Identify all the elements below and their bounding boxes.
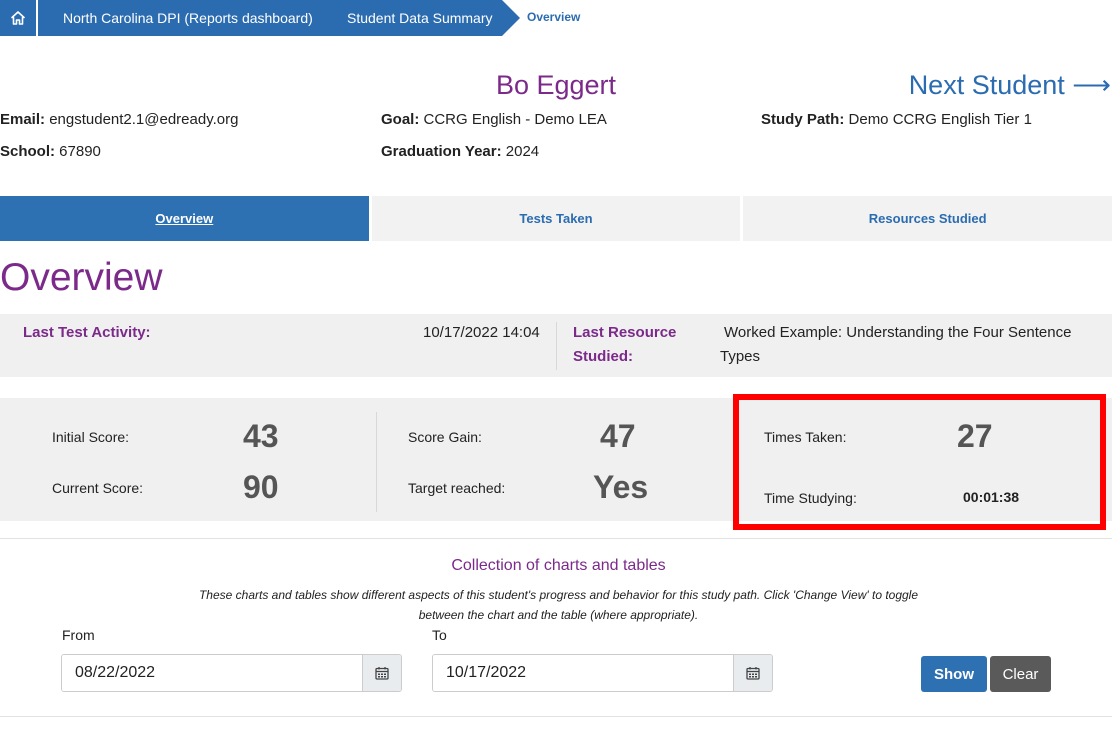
study-path-value: Demo CCRG English Tier 1	[849, 111, 1032, 128]
divider	[376, 412, 377, 512]
email-label: Email:	[0, 111, 45, 128]
breadcrumb-item-reports-dashboard[interactable]: North Carolina DPI (Reports dashboard)	[38, 0, 322, 36]
last-resource-label-2: Studied:	[573, 345, 633, 369]
breadcrumb-label: North Carolina DPI (Reports dashboard)	[63, 10, 313, 26]
target-reached-value: Yes	[593, 469, 648, 506]
email-value: engstudent2.1@edready.org	[49, 111, 238, 128]
tab-resources-studied[interactable]: Resources Studied	[743, 196, 1112, 241]
show-button[interactable]: Show	[921, 656, 987, 692]
from-date-input[interactable]	[62, 655, 362, 691]
calendar-icon	[375, 666, 389, 680]
goal-info: Goal: CCRG English - Demo LEA	[381, 111, 607, 128]
goal-label: Goal:	[381, 111, 419, 128]
breadcrumb-separator	[502, 0, 520, 36]
initial-score-label: Initial Score:	[52, 429, 129, 445]
next-student-link[interactable]: Next Student ⟶	[909, 70, 1111, 101]
breadcrumb: North Carolina DPI (Reports dashboard) S…	[0, 0, 600, 36]
home-crumb[interactable]	[0, 0, 36, 36]
calendar-icon	[746, 666, 760, 680]
divider	[556, 322, 557, 370]
breadcrumb-item-student-data-summary[interactable]: Student Data Summary	[322, 0, 502, 36]
school-label: School:	[0, 143, 55, 160]
divider	[0, 538, 1112, 539]
clear-button[interactable]: Clear	[990, 656, 1051, 692]
target-reached-label: Target reached:	[408, 480, 505, 496]
last-test-value: 10/17/2022 14:04	[423, 321, 540, 345]
tab-overview[interactable]: Overview	[0, 196, 369, 241]
study-path-label: Study Path:	[761, 111, 844, 128]
from-date-group	[61, 654, 402, 692]
last-resource-value: Worked Example: Understanding the Four S…	[724, 321, 1071, 345]
score-gain-label: Score Gain:	[408, 429, 482, 445]
home-icon	[11, 11, 25, 25]
charts-description-line-2: between the chart and the table (where a…	[170, 605, 947, 625]
highlight-annotation	[733, 394, 1106, 530]
graduation-value: 2024	[506, 143, 539, 160]
current-score-value: 90	[243, 469, 279, 506]
charts-description: These charts and tables show different a…	[170, 585, 947, 625]
last-resource-label: Last Resource	[573, 321, 676, 345]
initial-score-value: 43	[243, 418, 279, 455]
breadcrumb-current: Overview	[527, 10, 580, 24]
page-title: Overview	[0, 256, 163, 300]
graduation-info: Graduation Year: 2024	[381, 143, 539, 160]
to-date-input[interactable]	[433, 655, 733, 691]
email-info: Email: engstudent2.1@edready.org	[0, 111, 238, 128]
tab-tests-taken[interactable]: Tests Taken	[372, 196, 741, 241]
charts-description-line-1: These charts and tables show different a…	[170, 585, 947, 605]
from-label: From	[62, 627, 95, 643]
school-value: 67890	[59, 143, 101, 160]
score-gain-value: 47	[600, 418, 636, 455]
charts-title: Collection of charts and tables	[0, 557, 1117, 575]
study-path-info: Study Path: Demo CCRG English Tier 1	[761, 111, 1032, 128]
to-calendar-button[interactable]	[733, 655, 772, 691]
from-calendar-button[interactable]	[362, 655, 401, 691]
activity-panel: Last Test Activity: 10/17/2022 14:04 Las…	[0, 314, 1112, 377]
breadcrumb-label: Student Data Summary	[347, 10, 493, 26]
goal-value: CCRG English - Demo LEA	[424, 111, 607, 128]
last-resource-value-2: Types	[720, 345, 760, 369]
to-label: To	[432, 627, 447, 643]
to-date-group	[432, 654, 773, 692]
last-test-label: Last Test Activity:	[23, 321, 151, 345]
school-info: School: 67890	[0, 143, 101, 160]
divider	[0, 716, 1112, 717]
tab-bar: Overview Tests Taken Resources Studied	[0, 196, 1112, 241]
current-score-label: Current Score:	[52, 480, 143, 496]
graduation-label: Graduation Year:	[381, 143, 502, 160]
